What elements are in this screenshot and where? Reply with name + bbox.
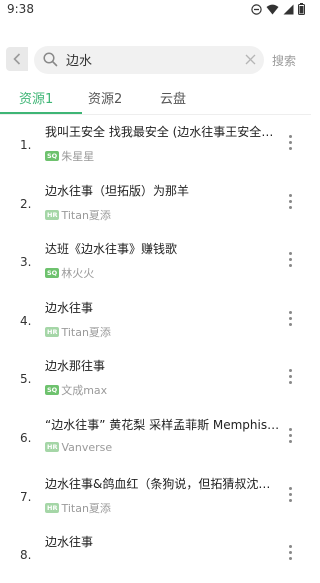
result-artist: 朱星星 xyxy=(61,150,95,163)
result-artist: 林火火 xyxy=(61,267,95,281)
result-row[interactable]: 7. 边水往事&鸽血红（条狗说，但拓猜叔沈星… HR Titan夏添 xyxy=(0,466,311,525)
result-row[interactable]: 2. 边水往事（坦拓版）为那羊 HR Titan夏添 xyxy=(0,173,311,232)
quality-badge: HR xyxy=(45,209,60,220)
status-bar: 9:38 xyxy=(0,0,311,22)
more-options-icon[interactable] xyxy=(286,310,294,327)
result-title: “边水往事” 黄花梨 采样孟菲斯 Memphis Ty… xyxy=(45,417,281,432)
result-index: 7. xyxy=(20,489,32,504)
quality-badge: SQ xyxy=(45,151,60,161)
result-title: 我叫王安全 找我最安全 (边水往事王安全之… xyxy=(45,125,281,139)
result-row[interactable]: 4. 边水往事 HR Titan夏添 xyxy=(0,290,311,349)
quality-badge: HR xyxy=(45,442,60,453)
result-meta: SQ 林火火 xyxy=(45,265,94,281)
result-index: 4. xyxy=(20,313,32,328)
search-icon xyxy=(43,52,58,67)
signal-icon xyxy=(283,4,294,14)
result-index: 1. xyxy=(20,138,32,152)
more-options-icon[interactable] xyxy=(286,369,294,385)
result-row[interactable]: 6. “边水往事” 黄花梨 采样孟菲斯 Memphis Ty… HR Vanve… xyxy=(0,407,311,466)
result-artist: Titan夏添 xyxy=(61,501,111,515)
result-title: 边水那往事 xyxy=(45,359,106,374)
quality-badge: SQ xyxy=(45,268,60,279)
do-not-disturb-icon xyxy=(251,3,262,15)
quality-badge: HR xyxy=(45,502,60,513)
more-options-icon[interactable] xyxy=(286,135,294,151)
search-input[interactable] xyxy=(66,52,236,67)
more-options-icon[interactable] xyxy=(286,193,294,210)
more-options-icon[interactable] xyxy=(286,486,294,503)
status-time: 9:38 xyxy=(7,2,34,16)
quality-badge: SQ xyxy=(45,385,60,396)
tab-source-1[interactable]: 资源1 xyxy=(19,88,53,107)
tab-source-2[interactable]: 资源2 xyxy=(88,88,122,107)
source-tabs: 资源1 资源2 云盘 xyxy=(0,82,311,115)
result-row[interactable]: 5. 边水那往事 SQ 文成max xyxy=(0,348,311,407)
back-button[interactable] xyxy=(6,47,28,71)
result-index: 5. xyxy=(20,372,32,387)
tab-cloud-drive[interactable]: 云盘 xyxy=(160,88,186,107)
result-index: 3. xyxy=(20,255,32,270)
result-index: 2. xyxy=(20,196,32,211)
clear-icon[interactable] xyxy=(245,54,256,65)
status-icons xyxy=(251,3,305,15)
result-title: 边水往事 xyxy=(45,535,94,550)
result-artist: Titan夏添 xyxy=(61,325,111,339)
search-field[interactable] xyxy=(34,46,264,74)
result-meta: SQ 文成max xyxy=(45,382,107,398)
more-options-icon[interactable] xyxy=(286,252,294,268)
search-bar: 搜索 xyxy=(0,44,311,76)
result-meta: HR Titan夏添 xyxy=(45,500,111,516)
result-artist: Vanverse xyxy=(61,440,113,454)
result-title: 达班《边水往事》赚钱歌 xyxy=(45,242,178,257)
more-options-icon[interactable] xyxy=(286,427,294,444)
result-meta: HR Titan夏添 xyxy=(45,207,111,223)
result-meta: SQ 朱星星 xyxy=(45,148,94,164)
result-artist: 文成max xyxy=(61,384,108,398)
result-artist: Titan夏添 xyxy=(61,208,111,222)
result-row[interactable]: 3. 达班《边水往事》赚钱歌 SQ 林火火 xyxy=(0,231,311,290)
wifi-icon xyxy=(266,4,279,14)
result-title: 边水往事&鸽血红（条狗说，但拓猜叔沈星… xyxy=(45,476,281,491)
result-title: 边水往事 xyxy=(45,300,94,315)
result-meta: HR Titan夏添 xyxy=(45,324,111,340)
result-row[interactable]: 1. 我叫王安全 找我最安全 (边水往事王安全之… SQ 朱星星 xyxy=(0,114,311,173)
result-meta: HR Vanverse xyxy=(45,441,112,454)
result-index: 6. xyxy=(20,430,32,445)
result-title: 边水往事（坦拓版）为那羊 xyxy=(45,183,190,198)
more-options-icon[interactable] xyxy=(286,545,294,561)
quality-badge: HR xyxy=(45,326,60,337)
result-row[interactable]: 8. 边水往事 xyxy=(0,524,311,583)
result-list: 1. 我叫王安全 找我最安全 (边水往事王安全之… SQ 朱星星 2. 边水往事… xyxy=(0,114,311,583)
chevron-left-icon xyxy=(13,53,21,65)
battery-icon xyxy=(298,3,305,15)
result-index: 8. xyxy=(20,548,32,563)
search-button[interactable]: 搜索 xyxy=(272,52,296,69)
